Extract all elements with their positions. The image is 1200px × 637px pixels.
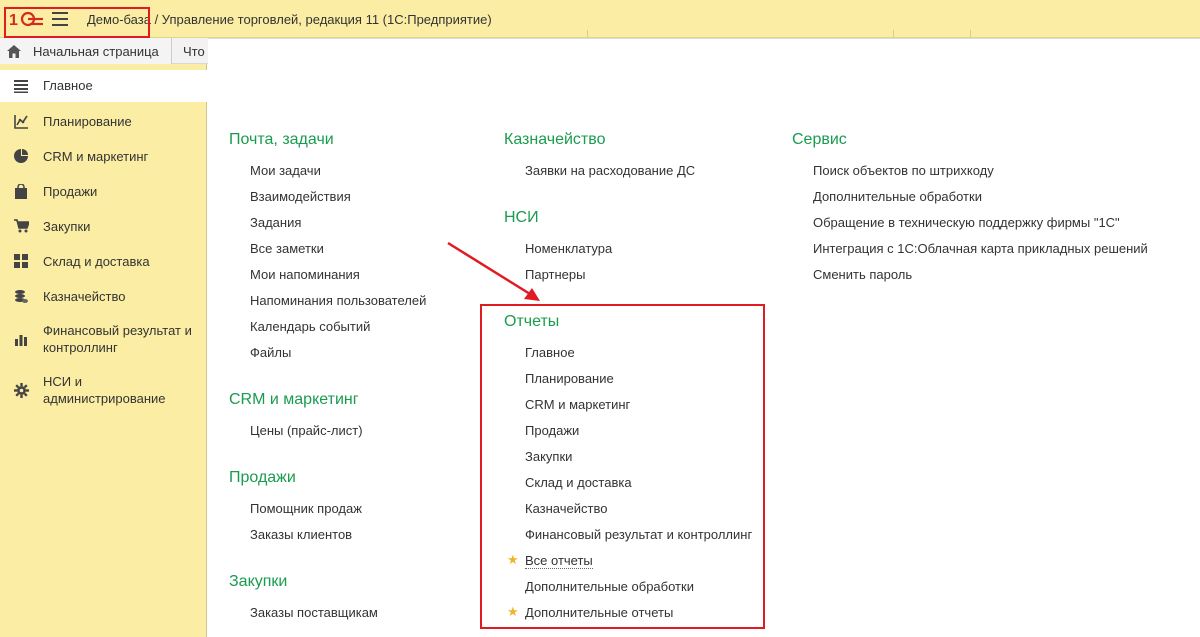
sidebar-item-label: Казначейство	[43, 289, 126, 304]
title-bar: 1 Демо-база / Управление торговлей, реда…	[0, 0, 1200, 38]
sidebar-item-label: CRM и маркетинг	[43, 149, 149, 164]
toolbar-divider	[893, 30, 894, 38]
link-payment-requests[interactable]: Заявки на расходование ДС	[525, 163, 695, 178]
link-nomenclature[interactable]: Номенклатура	[525, 241, 612, 256]
sidebar-item-label: Планирование	[43, 114, 132, 129]
gear-icon	[13, 382, 29, 398]
star-icon: ★	[507, 604, 519, 619]
list-icon	[13, 78, 29, 94]
home-icon	[7, 44, 21, 58]
sidebar-item-label: Склад и доставка	[43, 254, 150, 269]
link-all-notes[interactable]: Все заметки	[250, 241, 324, 256]
link-interactions[interactable]: Взаимодействия	[250, 189, 351, 204]
link-change-password[interactable]: Сменить пароль	[813, 267, 912, 282]
link-report-crm[interactable]: CRM и маркетинг	[525, 397, 630, 412]
link-report-treasury[interactable]: Казначейство	[525, 501, 607, 516]
pie-chart-icon	[13, 148, 29, 164]
section-title-reports: Отчеты	[504, 313, 560, 330]
sidebar-item-treasury[interactable]: Казначейство	[0, 285, 207, 307]
link-report-warehouse[interactable]: Склад и доставка	[525, 475, 632, 490]
main-content: Почта, задачи Мои задачи Взаимодействия …	[208, 38, 1200, 637]
link-report-planning[interactable]: Планирование	[525, 371, 614, 386]
annotation-arrow	[447, 241, 540, 301]
tab-next[interactable]: Что	[173, 38, 209, 64]
link-additional-reports[interactable]: Дополнительные отчеты	[525, 605, 673, 620]
link-service-processing[interactable]: Дополнительные обработки	[813, 189, 982, 204]
cart-icon	[13, 218, 29, 234]
link-files[interactable]: Файлы	[250, 345, 291, 360]
sidebar-item-warehouse[interactable]: Склад и доставка	[0, 250, 207, 272]
tab-bar: Начальная страница Что	[0, 38, 210, 64]
tab-home[interactable]: Начальная страница	[0, 38, 172, 64]
sidebar-item-label: Финансовый результат и контроллинг	[43, 323, 192, 355]
sidebar-item-crm[interactable]: CRM и маркетинг	[0, 145, 207, 167]
sidebar-item-finance[interactable]: Финансовый результат и контроллинг	[0, 320, 207, 358]
link-partners[interactable]: Партнеры	[525, 267, 585, 282]
toolbar-divider	[587, 30, 588, 38]
star-icon: ★	[507, 552, 519, 567]
sidebar-item-main[interactable]: Главное	[0, 70, 207, 102]
app-logo: 1	[9, 10, 45, 28]
link-cloud-integration[interactable]: Интеграция с 1С:Облачная карта прикладны…	[813, 241, 1148, 256]
sidebar-item-nsi[interactable]: НСИ и администрирование	[0, 371, 207, 409]
link-report-finance[interactable]: Финансовый результат и контроллинг	[525, 527, 752, 542]
app-title: Демо-база / Управление торговлей, редакц…	[87, 12, 492, 27]
toolbar-divider	[970, 30, 971, 38]
sidebar-item-label: Закупки	[43, 219, 91, 234]
sidebar-item-planning[interactable]: Планирование	[0, 110, 207, 132]
sidebar-item-label: Главное	[43, 78, 93, 93]
link-my-tasks[interactable]: Мои задачи	[250, 163, 321, 178]
1c-logo-icon: 1	[9, 11, 43, 28]
link-sales-assistant[interactable]: Помощник продаж	[250, 501, 362, 516]
link-customer-orders[interactable]: Заказы клиентов	[250, 527, 352, 542]
planning-icon	[13, 113, 29, 129]
section-title-service: Сервис	[792, 131, 847, 148]
section-title-mail: Почта, задачи	[229, 131, 334, 148]
link-all-reports[interactable]: Все отчеты	[525, 553, 593, 569]
section-title-treasury: Казначейство	[504, 131, 606, 148]
link-my-reminders[interactable]: Мои напоминания	[250, 267, 360, 282]
sidebar-item-sales[interactable]: Продажи	[0, 180, 207, 202]
bar-chart-icon	[13, 331, 29, 347]
link-report-sales[interactable]: Продажи	[525, 423, 579, 438]
link-price-list[interactable]: Цены (прайс-лист)	[250, 423, 363, 438]
section-title-nsi: НСИ	[504, 209, 539, 226]
link-report-main[interactable]: Главное	[525, 345, 575, 360]
sidebar-item-label: НСИ и администрирование	[43, 374, 166, 406]
section-title-sales: Продажи	[229, 469, 296, 486]
sidebar-item-label: Продажи	[43, 184, 98, 199]
link-assignments[interactable]: Задания	[250, 215, 301, 230]
section-title-crm: CRM и маркетинг	[229, 391, 359, 408]
coins-icon	[13, 288, 29, 304]
svg-text:1: 1	[9, 12, 18, 28]
shopping-bag-icon	[13, 183, 29, 199]
link-additional-processing[interactable]: Дополнительные обработки	[525, 579, 694, 594]
tab-home-label: Начальная страница	[33, 43, 159, 59]
link-tech-support[interactable]: Обращение в техническую поддержку фирмы …	[813, 215, 1120, 230]
sidebar-item-purchases[interactable]: Закупки	[0, 215, 207, 237]
link-report-purchases[interactable]: Закупки	[525, 449, 572, 464]
menu-icon[interactable]	[52, 12, 68, 26]
sidebar: Главное Планирование CRM и маркетинг Про…	[0, 64, 207, 637]
link-supplier-orders[interactable]: Заказы поставщикам	[250, 605, 378, 620]
link-barcode-search[interactable]: Поиск объектов по штрихкоду	[813, 163, 994, 178]
grid-icon	[13, 253, 29, 269]
section-title-purchases: Закупки	[229, 573, 288, 590]
link-user-reminders[interactable]: Напоминания пользователей	[250, 293, 426, 308]
link-event-calendar[interactable]: Календарь событий	[250, 319, 370, 334]
